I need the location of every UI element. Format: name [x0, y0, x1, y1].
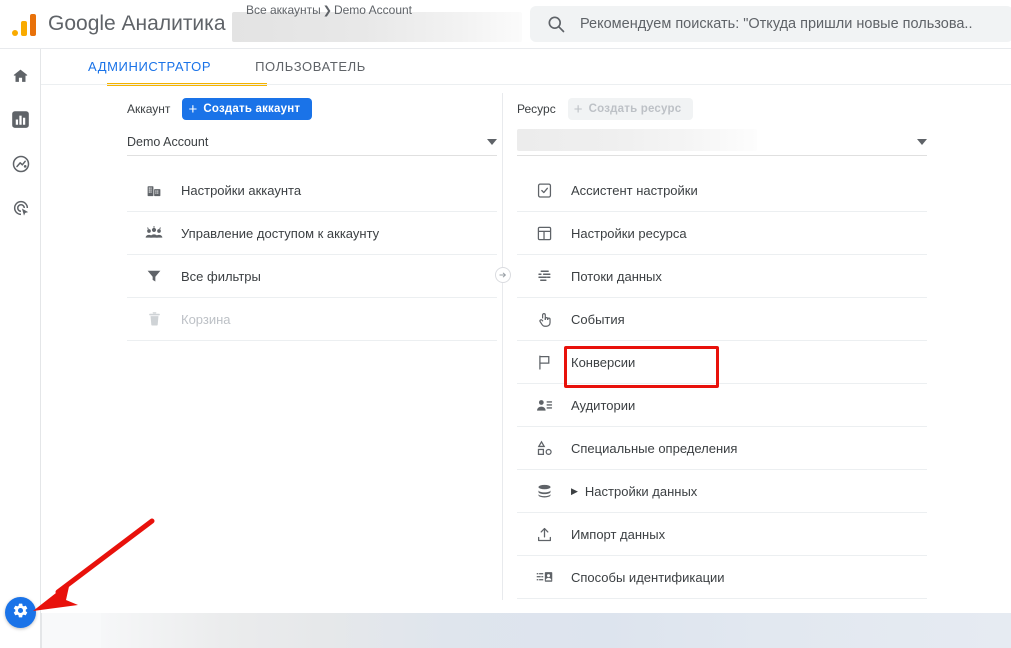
layout-panel-icon	[533, 222, 555, 244]
property-menu-label: Конверсии	[571, 354, 636, 370]
rail-bottom-divider	[41, 613, 42, 648]
property-menu-label: Импорт данных	[571, 526, 666, 542]
trash-icon	[143, 308, 165, 330]
bar-chart-icon	[10, 109, 31, 135]
audience-icon	[533, 394, 555, 416]
content-bottom-filler	[41, 600, 1011, 613]
sidebar-item-home[interactable]	[0, 56, 41, 100]
create-property-button[interactable]: + Создать ресурс	[567, 98, 694, 120]
pane-divider	[502, 93, 503, 648]
breadcrumb-separator-icon: ❯	[322, 5, 332, 17]
left-nav-rail	[0, 48, 41, 648]
flag-icon	[533, 351, 555, 373]
google-analytics-admin-page: Google Аналитика Все аккаунты ❯ Demo Accou…	[0, 0, 1011, 648]
property-menu-label: Способы идентификации	[571, 569, 725, 585]
building-icon	[143, 179, 165, 201]
expand-triangle-icon[interactable]: ▶	[571, 486, 578, 496]
property-menu-item-conversions[interactable]: Конверсии	[517, 341, 927, 384]
breadcrumb[interactable]: Все аккаунты ❯ Demo Account	[232, 0, 530, 48]
admin-tabs: АДМИНИСТРАТОР ПОЛЬЗОВАТЕЛЬ	[41, 49, 1011, 86]
main-content: АДМИНИСТРАТОР ПОЛЬЗОВАТЕЛЬ Аккаунт + Соз…	[41, 49, 1011, 648]
property-pane: Ресурс + Создать ресурс Ассистент настро…	[517, 95, 927, 599]
property-menu-label: Аудитории	[571, 397, 636, 413]
google-analytics-logo	[12, 12, 38, 36]
property-menu-label: События	[571, 311, 625, 327]
account-menu-item-access[interactable]: Управление доступом к аккаунту	[127, 212, 497, 255]
account-pane: Аккаунт + Создать аккаунт Demo Account Н…	[127, 95, 497, 341]
account-menu-label: Корзина	[181, 311, 231, 327]
property-menu-item-setup-assistant[interactable]: Ассистент настройки	[517, 169, 927, 212]
filter-icon	[143, 265, 165, 287]
tab-user[interactable]: ПОЛЬЗОВАТЕЛЬ	[233, 49, 388, 84]
search-input[interactable]: Рекомендуем поискать: "Откуда пришли нов…	[530, 6, 1011, 42]
admin-settings-fab[interactable]	[5, 597, 36, 628]
account-pane-header: Аккаунт + Создать аккаунт	[127, 95, 497, 123]
data-streams-icon	[533, 265, 555, 287]
account-menu-item-settings[interactable]: Настройки аккаунта	[127, 169, 497, 212]
property-menu-label: Потоки данных	[571, 268, 662, 284]
sidebar-item-explore[interactable]	[0, 144, 41, 188]
property-menu-item-data-settings[interactable]: ▶ Настройки данных	[517, 470, 927, 513]
property-menu-label: Настройки данных	[584, 483, 698, 499]
bottom-blurred-strip	[0, 613, 1011, 648]
header-divider	[0, 48, 1011, 49]
brand-title: Google Аналитика	[48, 12, 226, 35]
collapse-arrow-icon[interactable]	[495, 267, 511, 283]
property-menu-item-events[interactable]: События	[517, 298, 927, 341]
brand-area[interactable]: Google Аналитика	[0, 12, 232, 36]
property-menu-item-data-streams[interactable]: Потоки данных	[517, 255, 927, 298]
advertising-target-icon	[11, 198, 31, 223]
property-menu-item-audiences[interactable]: Аудитории	[517, 384, 927, 427]
property-menu-label: Настройки ресурса	[571, 225, 687, 241]
account-selected-value: Demo Account	[127, 135, 209, 149]
property-selector[interactable]	[517, 129, 927, 156]
property-menu-label: Специальные определения	[571, 440, 738, 456]
property-menu-label: Ассистент настройки	[571, 182, 698, 198]
create-property-label: Создать ресурс	[588, 103, 682, 115]
property-menu-item-identity[interactable]: Способы идентификации	[517, 556, 927, 599]
property-pane-header: Ресурс + Создать ресурс	[517, 95, 927, 123]
chevron-down-icon	[917, 139, 927, 145]
upload-icon	[533, 523, 555, 545]
tab-administrator[interactable]: АДМИНИСТРАТОР	[66, 49, 233, 84]
app-header: Google Аналитика Все аккаунты ❯ Demo Accou…	[0, 0, 1011, 48]
property-label: Ресурс	[517, 102, 556, 116]
property-menu-item-data-import[interactable]: Импорт данных	[517, 513, 927, 556]
gear-icon	[12, 602, 29, 624]
account-menu-item-trash[interactable]: Корзина	[127, 298, 497, 341]
account-menu: Настройки аккаунта Управление доступом к…	[127, 169, 497, 341]
account-menu-label: Настройки аккаунта	[181, 182, 302, 198]
clipboard-check-icon	[533, 179, 555, 201]
shapes-icon	[533, 437, 555, 459]
identity-card-icon	[533, 566, 555, 588]
account-menu-label: Управление доступом к аккаунту	[181, 225, 380, 241]
property-menu-item-custom-definitions[interactable]: Специальные определения	[517, 427, 927, 470]
admin-panes: Аккаунт + Создать аккаунт Demo Account Н…	[41, 85, 1011, 648]
breadcrumb-root[interactable]: Все аккаунты	[246, 3, 321, 17]
account-menu-label: Все фильтры	[181, 268, 261, 284]
search-area: Рекомендуем поискать: "Откуда пришли нов…	[530, 6, 1011, 42]
search-placeholder: Рекомендуем поискать: "Откуда пришли нов…	[580, 16, 973, 32]
tap-events-icon	[533, 308, 555, 330]
sidebar-item-advertising[interactable]	[0, 188, 41, 232]
create-account-button[interactable]: + Создать аккаунт	[182, 98, 313, 120]
home-icon	[11, 66, 30, 90]
explore-compass-icon	[11, 154, 31, 179]
plus-icon: +	[188, 100, 198, 118]
create-account-label: Создать аккаунт	[203, 103, 301, 115]
chevron-down-icon	[487, 139, 497, 145]
sidebar-item-reports[interactable]	[0, 100, 41, 144]
breadcrumb-current[interactable]: Demo Account	[334, 3, 412, 17]
breadcrumb-text: Все аккаунты ❯ Demo Account	[246, 3, 412, 17]
property-menu-item-property-settings[interactable]: Настройки ресурса	[517, 212, 927, 255]
account-label: Аккаунт	[127, 102, 171, 116]
plus-icon: +	[573, 100, 583, 118]
database-icon	[533, 480, 555, 502]
property-redacted-value	[517, 129, 757, 151]
people-icon	[143, 222, 165, 244]
property-menu: Ассистент настройки Настройки ресурса По…	[517, 169, 927, 599]
search-icon	[546, 14, 566, 34]
account-selector[interactable]: Demo Account	[127, 129, 497, 156]
account-menu-item-filters[interactable]: Все фильтры	[127, 255, 497, 298]
